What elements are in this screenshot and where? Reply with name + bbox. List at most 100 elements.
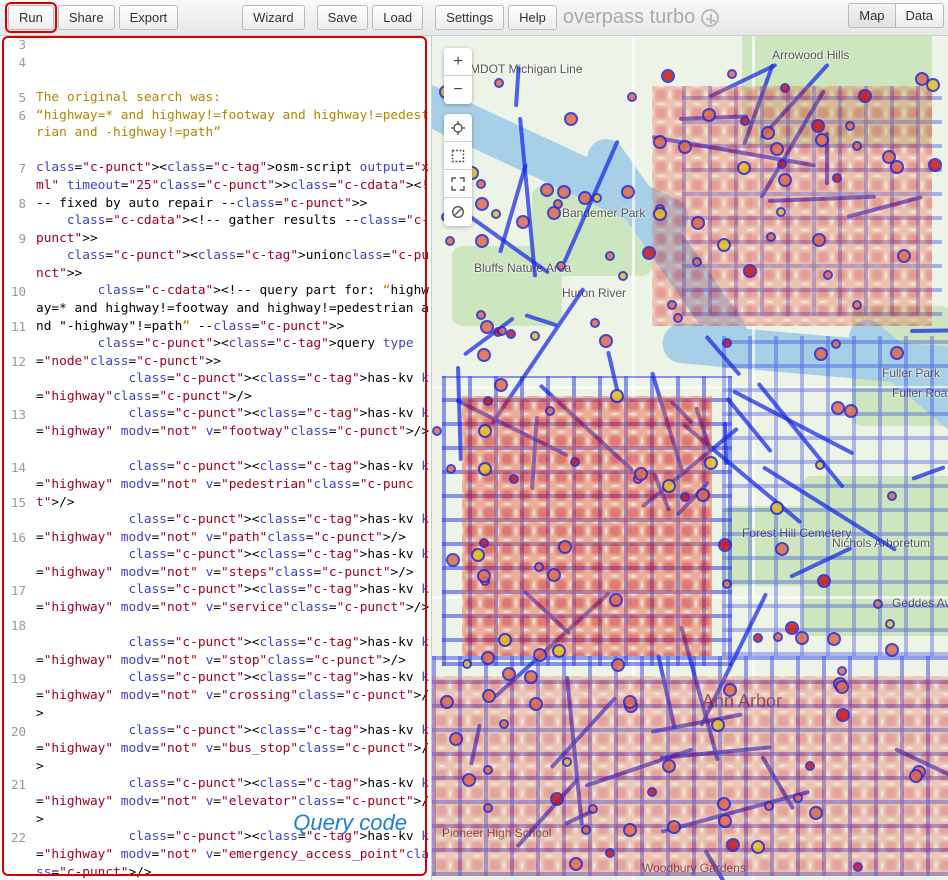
overlay-node [845,121,855,131]
map[interactable]: Arrowood HillsMDOT Michigan LineBandemer… [432,36,948,880]
overlay-node [478,424,492,438]
overlay-node [483,765,493,775]
wizard-button[interactable]: Wizard [242,5,304,30]
overlay-node [696,488,710,502]
overlay-node [890,160,904,174]
overlay-node [885,643,899,657]
overlay-node [811,119,825,133]
overlay-node [795,631,809,645]
overlay-node [477,348,491,362]
overlay-node [887,491,897,501]
overlay-node [477,569,491,583]
query-editor[interactable]: Query code 34567891011121314151617181920… [0,36,432,880]
overlay-node [909,769,923,783]
export-button[interactable]: Export [119,5,179,30]
overlay-node [852,300,862,310]
overlay-node [540,183,554,197]
overlay-node [662,759,676,773]
overlay-node [557,185,571,199]
overlay-node [482,689,496,703]
overlay-nodes [432,676,948,876]
tab-map[interactable]: Map [848,3,895,28]
toolbar: Run Share Export Wizard Save Load Settin… [0,0,948,36]
overlay-node [718,814,732,828]
map-place-label: Bandemer Park [562,206,645,220]
zoom-out-button[interactable]: − [444,76,472,104]
map-place-label: Huron River [562,286,626,300]
overlay-node [516,215,530,229]
overlay-node [483,396,493,406]
overlay-node [476,179,486,189]
overlay-node [773,632,783,642]
overlay-node [890,346,904,360]
clear-button[interactable] [444,198,472,226]
overlay-nodes [462,396,712,656]
overlay-node [836,708,850,722]
slash-circle-icon [451,205,465,219]
overlay-node [814,347,828,361]
overlay-node [753,633,763,643]
overlay-node [766,232,776,242]
overlay-node [506,329,516,339]
overlay-node [529,697,543,711]
view-switcher: Map Data [848,3,944,28]
select-area-icon [451,149,465,163]
overlay-node [692,257,702,267]
overlay-node [844,404,858,418]
zoom-in-button[interactable]: + [444,48,472,76]
overlay-node [717,797,731,811]
overlay-node [556,261,566,271]
locate-button[interactable] [444,114,472,142]
expand-icon [451,177,465,191]
tab-data[interactable]: Data [896,3,944,28]
overlay-node [462,773,476,787]
overlay-node [524,670,538,684]
bbox-button[interactable] [444,142,472,170]
overlay-node [479,538,489,548]
overlay-node [778,173,792,187]
save-button[interactable]: Save [317,5,369,30]
settings-button[interactable]: Settings [435,5,504,30]
overlay-node [722,338,732,348]
app-title: overpass turbo [563,6,719,29]
overlay-node [809,806,823,820]
overlay-node [605,251,615,261]
load-button[interactable]: Load [372,5,423,30]
overlay-node [853,862,863,872]
overlay-node [570,457,580,467]
overlay-node [634,467,648,481]
overlay-node [578,191,592,205]
overlay-node [928,158,942,172]
annotation-query-code-label: Query code [293,810,407,836]
overlay-node [770,501,784,515]
overlay-node [858,89,872,103]
overlay-node [761,126,775,140]
overlay-node [590,318,600,328]
overlay-node [562,757,572,767]
overlay-node [623,823,637,837]
line-number-gutter: 3456789101112131415161718192021222324252… [0,36,32,880]
fullscreen-button[interactable] [444,170,472,198]
overlay-node [509,474,519,484]
overlay-node [831,339,841,349]
overlay-node [815,133,829,147]
help-button[interactable]: Help [508,5,557,30]
overlay-node [498,633,512,647]
overlay-node [588,804,598,814]
overlay-node [691,216,705,230]
overlay-node [793,793,803,803]
overlay-node [550,792,564,806]
overlay-node [642,246,656,260]
overlay-node [751,840,765,854]
code-content: The original search was:“highway=* and h… [36,89,431,880]
overlay-nodes [652,86,932,326]
run-button[interactable]: Run [8,5,54,30]
overlay-node [653,135,667,149]
overlay-node [647,787,657,797]
turbo-icon [701,9,719,27]
crosshair-icon [451,121,465,135]
map-place-label: Arrowood Hills [772,48,849,62]
overlay-node [621,185,635,199]
overlay-node [717,238,731,252]
share-button[interactable]: Share [58,5,115,30]
